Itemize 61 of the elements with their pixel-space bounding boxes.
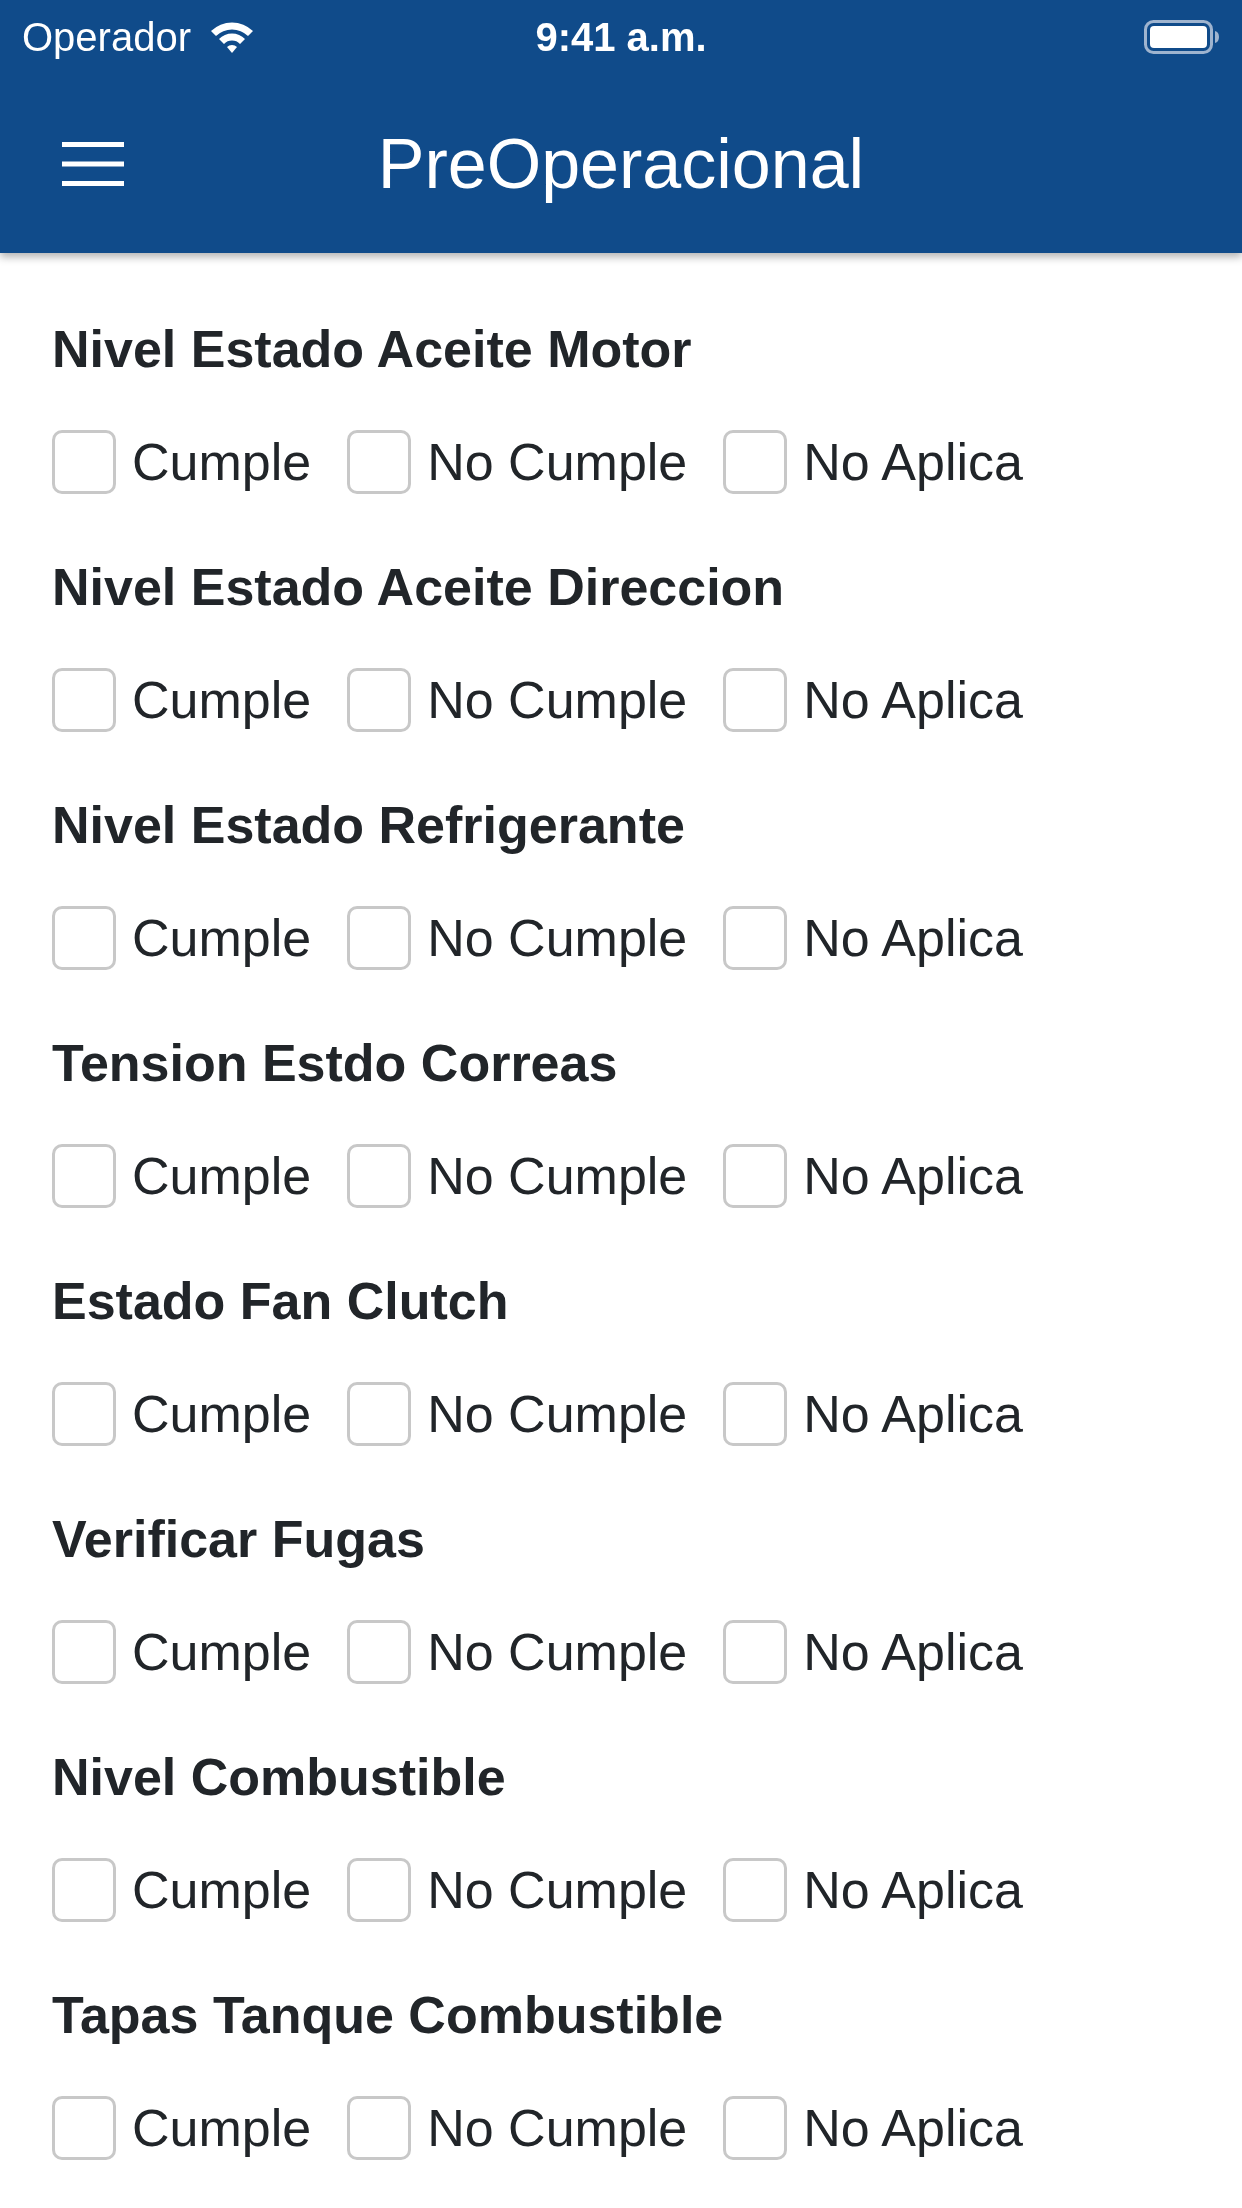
checklist-item-title: Nivel Estado Aceite Direccion [52, 557, 785, 618]
option-label[interactable]: Cumple [132, 2096, 312, 2160]
option-label[interactable]: No Cumple [427, 668, 688, 732]
option-label[interactable]: No Cumple [427, 1144, 688, 1208]
checkbox[interactable] [347, 2096, 412, 2160]
checklist-item-title: Nivel Estado Aceite Motor [52, 319, 692, 380]
status-time: 9:41 a.m. [535, 17, 707, 57]
checkbox[interactable] [723, 2096, 788, 2160]
checklist-item-title: Nivel Combustible [52, 1747, 506, 1808]
option-label[interactable]: Cumple [132, 906, 312, 970]
checkbox[interactable] [347, 1858, 412, 1922]
option-label[interactable]: No Aplica [803, 906, 1023, 970]
checklist-item-title: Estado Fan Clutch [52, 1271, 509, 1332]
checkbox[interactable] [347, 430, 412, 494]
option-label[interactable]: No Cumple [427, 906, 688, 970]
option-label[interactable]: Cumple [132, 1144, 312, 1208]
option-label[interactable]: Cumple [132, 1858, 312, 1922]
checkbox[interactable] [52, 430, 116, 494]
checkbox[interactable] [723, 430, 788, 494]
checklist-item-title: Tension Estdo Correas [52, 1033, 618, 1094]
checkbox[interactable] [723, 668, 788, 732]
checkbox[interactable] [52, 2096, 116, 2160]
checklist-item-title: Nivel Estado Refrigerante [52, 795, 685, 856]
option-label[interactable]: No Cumple [427, 1382, 688, 1446]
wifi-icon [209, 19, 255, 55]
option-label[interactable]: No Aplica [803, 1858, 1023, 1922]
carrier-name: Operador [22, 17, 191, 57]
checkbox[interactable] [52, 668, 116, 732]
checkbox[interactable] [52, 1144, 116, 1208]
option-label[interactable]: No Aplica [803, 1144, 1023, 1208]
checkbox[interactable] [347, 1382, 412, 1446]
option-label[interactable]: No Aplica [803, 1382, 1023, 1446]
checkbox[interactable] [723, 1620, 788, 1684]
menu-icon[interactable] [62, 141, 124, 186]
option-label[interactable]: No Aplica [803, 2096, 1023, 2160]
option-label[interactable]: No Cumple [427, 2096, 688, 2160]
option-label[interactable]: Cumple [132, 1620, 312, 1684]
checkbox[interactable] [52, 1620, 116, 1684]
checklist-item-title: Tapas Tanque Combustible [52, 1985, 724, 2046]
option-label[interactable]: Cumple [132, 1382, 312, 1446]
checkbox[interactable] [347, 1620, 412, 1684]
option-label[interactable]: No Aplica [803, 668, 1023, 732]
checklist-item-title: Verificar Fugas [52, 1509, 425, 1570]
option-label[interactable]: No Cumple [427, 1620, 688, 1684]
option-label[interactable]: No Aplica [803, 1620, 1023, 1684]
option-label[interactable]: No Cumple [427, 430, 688, 494]
battery-icon [1144, 20, 1220, 54]
checkbox[interactable] [347, 668, 412, 732]
checkbox[interactable] [52, 1382, 116, 1446]
option-label[interactable]: Cumple [132, 430, 312, 494]
checkbox[interactable] [52, 1858, 116, 1922]
checkbox[interactable] [723, 906, 788, 970]
checkbox[interactable] [723, 1382, 788, 1446]
option-label[interactable]: No Cumple [427, 1858, 688, 1922]
checkbox[interactable] [347, 1144, 412, 1208]
checkbox[interactable] [723, 1858, 788, 1922]
checkbox[interactable] [347, 906, 412, 970]
option-label[interactable]: No Aplica [803, 430, 1023, 494]
option-label[interactable]: Cumple [132, 668, 312, 732]
checkbox[interactable] [52, 906, 116, 970]
checkbox[interactable] [723, 1144, 788, 1208]
